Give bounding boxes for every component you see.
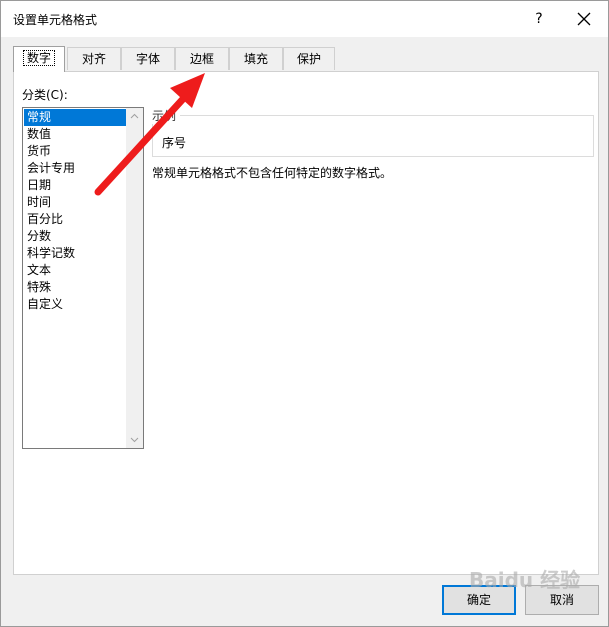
tab-number[interactable]: 数字	[13, 46, 65, 72]
number-tab-panel: 分类(C): 常规 数值 货币 会计专用 日期 时间 百分比 分数 科学记数 文…	[13, 71, 599, 575]
close-icon	[577, 12, 591, 26]
category-listbox[interactable]: 常规 数值 货币 会计专用 日期 时间 百分比 分数 科学记数 文本 特殊 自定…	[22, 107, 144, 449]
category-label: 分类(C):	[22, 88, 68, 102]
category-item-percentage[interactable]: 百分比	[24, 211, 129, 228]
tab-alignment[interactable]: 对齐	[67, 47, 121, 70]
category-item-number[interactable]: 数值	[24, 126, 129, 143]
category-item-custom[interactable]: 自定义	[24, 296, 129, 313]
tab-fill[interactable]: 填充	[229, 47, 283, 70]
category-item-currency[interactable]: 货币	[24, 143, 129, 160]
title-bar: 设置单元格格式 ?	[1, 1, 608, 37]
category-scrollbar[interactable]	[126, 108, 143, 448]
format-cells-dialog: 设置单元格格式 ? 数字 对齐 字体 边框 填充 保护 分类(C): 常规 数值…	[0, 0, 609, 627]
format-description: 常规单元格格式不包含任何特定的数字格式。	[152, 166, 393, 180]
category-item-text[interactable]: 文本	[24, 262, 129, 279]
category-item-special[interactable]: 特殊	[24, 279, 129, 296]
sample-groupbox	[152, 115, 594, 157]
scroll-down-icon[interactable]	[126, 431, 143, 448]
category-item-general[interactable]: 常规	[24, 109, 129, 126]
scroll-up-icon[interactable]	[126, 108, 143, 125]
sample-value: 序号	[162, 136, 187, 150]
category-item-accounting[interactable]: 会计专用	[24, 160, 129, 177]
category-item-date[interactable]: 日期	[24, 177, 129, 194]
dialog-title: 设置单元格格式	[13, 13, 98, 27]
tab-border[interactable]: 边框	[175, 47, 229, 70]
tab-protection[interactable]: 保护	[283, 47, 335, 70]
tab-font[interactable]: 字体	[121, 47, 175, 70]
help-button[interactable]: ?	[525, 7, 553, 31]
watermark-logo: Baidu 经验	[469, 568, 581, 592]
category-item-scientific[interactable]: 科学记数	[24, 245, 129, 262]
category-item-time[interactable]: 时间	[24, 194, 129, 211]
close-button[interactable]	[569, 7, 599, 31]
sample-legend: 示例	[152, 107, 181, 124]
category-item-fraction[interactable]: 分数	[24, 228, 129, 245]
